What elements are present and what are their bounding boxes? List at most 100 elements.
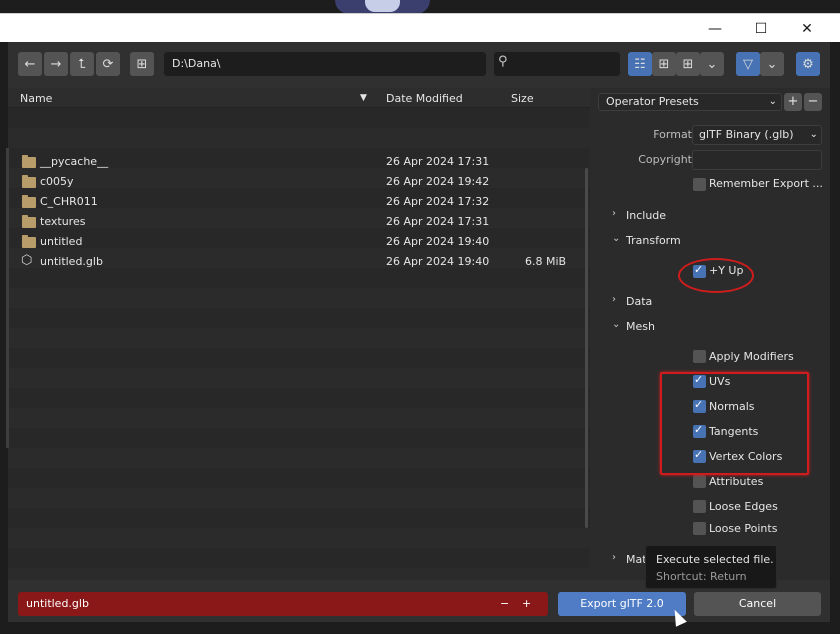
- file-name: untitled.glb: [40, 255, 103, 268]
- folder-icon: [22, 195, 36, 208]
- add-preset-button[interactable]: +: [784, 93, 802, 111]
- remove-preset-button[interactable]: −: [804, 93, 822, 111]
- chevron-down-icon[interactable]: ⌄: [612, 319, 620, 330]
- directory-path-input[interactable]: D:\Dana\: [164, 52, 486, 76]
- list-view-icon: ☷: [634, 56, 646, 72]
- file-date: 26 Apr 2024 19:40: [386, 235, 490, 248]
- filename-value: untitled.glb: [26, 597, 89, 610]
- mesh-file-icon: ⬡: [21, 253, 33, 268]
- view-small-thumbnails-button[interactable]: ⊞: [652, 52, 676, 76]
- export-gltf-button[interactable]: Export glTF 2.0: [558, 592, 686, 616]
- chevron-down-icon: ⌄: [766, 56, 778, 72]
- file-name: untitled: [40, 235, 83, 248]
- yup-highlight-annotation: [678, 258, 754, 293]
- file-date: 26 Apr 2024 17:31: [386, 215, 490, 228]
- chevron-right-icon[interactable]: ›: [612, 294, 616, 305]
- file-list-scrollbar[interactable]: [585, 168, 588, 528]
- file-name: C_CHR011: [40, 195, 98, 208]
- chevron-down-icon: ⌄: [768, 96, 777, 107]
- arrow-left-icon: ←: [24, 56, 36, 72]
- mesh-section-header[interactable]: Mesh: [626, 320, 655, 333]
- column-header: Name ▼ Date Modified Size: [8, 88, 590, 108]
- file-date: 26 Apr 2024 19:42: [386, 175, 490, 188]
- toolbar: ← → ⮤ ⟳ ⊞ D:\Dana\ ⚲ ☷ ⊞ ⊞ ⌄ ▽ ⌄ ⚙: [8, 42, 830, 88]
- filter-toggle-button[interactable]: ▽: [736, 52, 760, 76]
- small-thumbnails-icon: ⊞: [658, 56, 670, 72]
- copyright-label: Copyright: [638, 153, 692, 166]
- background-character-art: [335, 0, 430, 14]
- column-size[interactable]: Size: [511, 92, 534, 105]
- new-folder-button[interactable]: ⊞: [130, 52, 154, 76]
- remember-export-checkbox[interactable]: [693, 178, 706, 191]
- file-name: c005y: [40, 175, 74, 188]
- chevron-right-icon[interactable]: ›: [612, 552, 616, 563]
- view-large-thumbnails-button[interactable]: ⊞: [676, 52, 700, 76]
- file-row[interactable]: C_CHR011 26 Apr 2024 17:32: [20, 192, 576, 212]
- close-button[interactable]: ✕: [784, 14, 830, 43]
- file-date: 26 Apr 2024 19:40: [386, 255, 490, 268]
- folder-icon: [22, 215, 36, 228]
- apply-modifiers-label: Apply Modifiers: [709, 350, 794, 363]
- new-folder-icon: ⊞: [136, 56, 148, 72]
- attributes-checkbox[interactable]: [693, 475, 706, 488]
- loose-points-label: Loose Points: [709, 522, 778, 535]
- export-options-panel: Operator Presets ⌄ + − Format glTF Binar…: [590, 88, 830, 580]
- chevron-down-icon: ⌄: [809, 129, 818, 140]
- file-name: __pycache__: [40, 155, 109, 168]
- mesh-options-highlight-annotation: [660, 372, 809, 475]
- cancel-button[interactable]: Cancel: [694, 592, 821, 616]
- folder-icon: [22, 155, 36, 168]
- format-dropdown[interactable]: glTF Binary (.glb) ⌄: [692, 125, 822, 145]
- apply-modifiers-checkbox[interactable]: [693, 350, 706, 363]
- loose-edges-checkbox[interactable]: [693, 500, 706, 513]
- sort-descending-icon[interactable]: ▼: [360, 93, 367, 103]
- tooltip-description: Execute selected file.: [656, 553, 774, 566]
- chevron-right-icon[interactable]: ›: [612, 208, 616, 219]
- remember-export-label: Remember Export ...: [709, 177, 823, 190]
- file-row[interactable]: __pycache__ 26 Apr 2024 17:31: [20, 152, 576, 172]
- file-date: 26 Apr 2024 17:32: [386, 195, 490, 208]
- settings-toggle-button[interactable]: ⚙: [796, 52, 820, 76]
- view-options-dropdown[interactable]: ⌄: [700, 52, 724, 76]
- filter-options-dropdown[interactable]: ⌄: [760, 52, 784, 76]
- decrement-filename-button[interactable]: −: [500, 592, 509, 616]
- search-icon: ⚲: [498, 54, 508, 69]
- format-label: Format: [653, 128, 692, 141]
- minimize-button[interactable]: —: [692, 14, 738, 43]
- tooltip-shortcut: Shortcut: Return: [656, 570, 747, 583]
- column-date-modified[interactable]: Date Modified: [386, 92, 463, 105]
- file-row[interactable]: textures 26 Apr 2024 17:31: [20, 212, 576, 232]
- column-name[interactable]: Name: [20, 92, 52, 105]
- left-edge-scrollbar[interactable]: [6, 148, 9, 448]
- search-input[interactable]: ⚲: [494, 52, 620, 76]
- transform-section-header[interactable]: Transform: [626, 234, 681, 247]
- forward-button[interactable]: →: [44, 52, 68, 76]
- operator-presets-dropdown[interactable]: Operator Presets ⌄: [598, 93, 782, 111]
- folder-icon: [22, 235, 36, 248]
- loose-points-checkbox[interactable]: [693, 522, 706, 535]
- arrow-right-icon: →: [50, 56, 62, 72]
- window-titlebar: — ☐ ✕: [0, 13, 840, 42]
- data-section-header[interactable]: Data: [626, 295, 652, 308]
- chevron-down-icon[interactable]: ⌄: [612, 233, 620, 244]
- parent-directory-button[interactable]: ⮤: [70, 52, 94, 76]
- file-row[interactable]: untitled 26 Apr 2024 19:40: [20, 232, 576, 252]
- refresh-icon: ⟳: [102, 56, 114, 72]
- file-row[interactable]: c005y 26 Apr 2024 19:42: [20, 172, 576, 192]
- increment-filename-button[interactable]: +: [522, 592, 531, 616]
- copyright-input[interactable]: [692, 150, 822, 170]
- file-browser-dialog: ← → ⮤ ⟳ ⊞ D:\Dana\ ⚲ ☷ ⊞ ⊞ ⌄ ▽ ⌄ ⚙ Name …: [6, 42, 830, 622]
- refresh-button[interactable]: ⟳: [96, 52, 120, 76]
- filename-input[interactable]: untitled.glb − +: [18, 592, 548, 616]
- back-button[interactable]: ←: [18, 52, 42, 76]
- include-section-header[interactable]: Include: [626, 209, 666, 222]
- format-value: glTF Binary (.glb): [699, 128, 794, 141]
- chevron-down-icon: ⌄: [706, 56, 718, 72]
- file-row[interactable]: ⬡ untitled.glb 26 Apr 2024 19:40 6.8 MiB: [20, 252, 576, 272]
- material-section-header[interactable]: Mat: [626, 553, 647, 566]
- view-list-button[interactable]: ☷: [628, 52, 652, 76]
- filter-icon: ▽: [743, 56, 753, 72]
- folder-icon: [22, 175, 36, 188]
- maximize-button[interactable]: ☐: [738, 14, 784, 43]
- file-name: textures: [40, 215, 86, 228]
